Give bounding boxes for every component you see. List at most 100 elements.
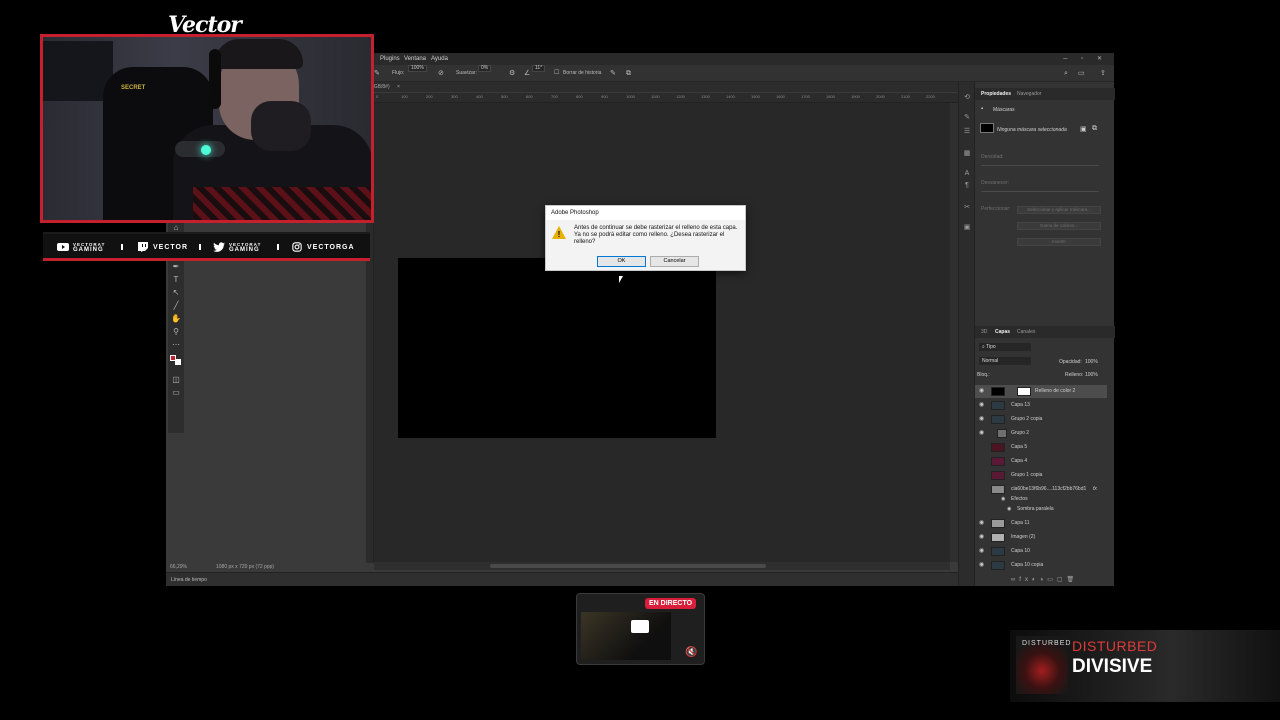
- workspace-icon[interactable]: ▭: [1078, 65, 1085, 82]
- visibility-eye-icon[interactable]: ◉: [979, 517, 984, 530]
- layers-footer-icons[interactable]: ∞fx◐◑▭▢🗑: [1011, 576, 1107, 584]
- layer-name: Grupo 2 copia: [1011, 416, 1043, 422]
- screen-share-icon[interactable]: [631, 620, 649, 633]
- scene-preview[interactable]: EN DIRECTO 🔇: [576, 593, 705, 665]
- history-icon[interactable]: ⟲: [963, 94, 971, 102]
- feather-label: Desvanecer:: [981, 180, 1010, 186]
- tab-channels[interactable]: Canales: [1017, 326, 1035, 338]
- adjustments-icon[interactable]: ☰: [963, 128, 971, 136]
- visibility-eye-icon[interactable]: ◉: [979, 413, 984, 426]
- tab-layers[interactable]: Capas: [995, 326, 1010, 338]
- layer-row[interactable]: ◉ Capa 11: [975, 517, 1107, 530]
- opacity-input[interactable]: 100%: [1085, 359, 1098, 365]
- pixel-mask-icon[interactable]: ▣: [1080, 125, 1087, 133]
- smoothing-input[interactable]: 0%: [478, 65, 492, 72]
- brush-settings-icon[interactable]: ✎: [963, 114, 971, 122]
- layer-thumbnail: [991, 561, 1005, 570]
- horizontal-ruler: 0 100 200 300 400 500 600 700 800 900 1000 1100 1200…: [374, 93, 958, 103]
- erase-history-checkbox[interactable]: ☐: [554, 65, 559, 82]
- separator: [277, 244, 279, 250]
- mute-icon[interactable]: 🔇: [685, 647, 697, 658]
- tab-navigator[interactable]: Navegador: [1017, 88, 1041, 100]
- effect-name: Sombra paralela: [1017, 506, 1054, 512]
- visibility-eye-icon[interactable]: ◉: [979, 559, 984, 572]
- layer-effect-row[interactable]: ◉ Sombra paralela: [975, 504, 1107, 515]
- fill-input[interactable]: 100%: [1085, 372, 1098, 378]
- airbrush-icon[interactable]: ⊘: [438, 65, 444, 82]
- libraries-icon[interactable]: ▦: [963, 150, 971, 158]
- brush-preset-icon[interactable]: ✎: [374, 65, 380, 82]
- zoom-tool-icon[interactable]: ⚲: [171, 327, 181, 337]
- background-color-swatch[interactable]: [175, 359, 181, 365]
- visibility-eye-icon[interactable]: ◉: [979, 545, 984, 558]
- timeline-label[interactable]: Línea de tiempo: [171, 577, 207, 583]
- cancel-button[interactable]: Cancelar: [650, 256, 699, 267]
- webcam-feed: SECRET: [40, 34, 374, 223]
- type-tool-icon[interactable]: T: [171, 275, 181, 285]
- visibility-eye-icon[interactable]: ◉: [979, 427, 984, 440]
- glyphs-icon[interactable]: ▣: [963, 224, 971, 232]
- layer-row[interactable]: ◉ Capa 10: [975, 545, 1107, 558]
- density-slider[interactable]: [981, 165, 1099, 166]
- visibility-eye-icon[interactable]: ◉: [979, 385, 984, 398]
- layer-row[interactable]: ◉ Capa 13: [975, 399, 1107, 412]
- layer-name: Capa 5: [1011, 444, 1028, 450]
- effect-eye-icon[interactable]: ◉: [1007, 504, 1011, 515]
- window-controls[interactable]: ─ ▫ ✕: [1063, 53, 1108, 65]
- document-canvas[interactable]: [398, 258, 716, 438]
- layer-row[interactable]: Grupo 1 copia: [975, 469, 1107, 482]
- ok-button[interactable]: OK: [597, 256, 646, 267]
- layer-row[interactable]: ◉ Grupo 2: [975, 427, 1107, 440]
- paragraph-icon[interactable]: ¶: [963, 182, 971, 190]
- feather-slider[interactable]: [981, 191, 1099, 192]
- character-icon[interactable]: A: [963, 170, 971, 178]
- layer-row[interactable]: ◉ Relleno de color 2: [975, 385, 1107, 398]
- tab-3d[interactable]: 3D: [981, 326, 987, 338]
- ruler-tick-label: 900: [601, 94, 608, 99]
- screen-mode-icon[interactable]: ▭: [171, 388, 181, 398]
- layer-filter-select[interactable]: ⌕ Tipo: [979, 343, 1031, 351]
- layer-row[interactable]: ◉ Grupo 2 copia: [975, 413, 1107, 426]
- scroll-thumb[interactable]: [490, 564, 766, 568]
- hand-tool-icon[interactable]: ✋: [171, 314, 181, 324]
- angle-input[interactable]: 11°: [532, 65, 546, 72]
- blend-mode-select[interactable]: Normal: [979, 357, 1031, 365]
- search-icon[interactable]: ⌕: [1064, 65, 1068, 82]
- layer-thumbnail: [991, 415, 1005, 424]
- vertical-scrollbar[interactable]: [950, 103, 958, 562]
- layer-thumbnail: [991, 387, 1005, 396]
- share-icon[interactable]: ⇪: [1100, 65, 1106, 82]
- settings-gear-icon[interactable]: ⚙: [509, 65, 515, 82]
- close-tab-icon[interactable]: ×: [397, 84, 400, 90]
- menu-help[interactable]: Ayuda: [431, 53, 448, 65]
- color-range-button[interactable]: Gama de colores...: [1017, 222, 1101, 230]
- tool-presets-icon[interactable]: ✂: [963, 204, 971, 212]
- flow-input[interactable]: 100%: [408, 65, 427, 72]
- menu-window[interactable]: Ventana: [404, 53, 426, 65]
- layer-thumbnail: [991, 457, 1005, 466]
- visibility-eye-icon[interactable]: ◉: [979, 399, 984, 412]
- scene-thumbnail: [581, 612, 671, 660]
- layer-row[interactable]: ◉ Capa 10 copia: [975, 559, 1107, 572]
- pen-tool-icon[interactable]: ✒: [171, 262, 181, 272]
- zoom-level[interactable]: 66,29%: [170, 562, 187, 572]
- layer-row[interactable]: Capa 5: [975, 441, 1107, 454]
- select-and-mask-button[interactable]: Seleccionar y aplicar máscara...: [1017, 206, 1101, 214]
- path-select-icon[interactable]: ↖: [171, 288, 181, 298]
- tab-properties[interactable]: Propiedades: [981, 88, 1011, 100]
- line-tool-icon[interactable]: ╱: [171, 301, 181, 311]
- now-playing-widget: DISTURBED DISTURBED DIVISIVE: [1010, 630, 1280, 702]
- layer-row[interactable]: ◉ Imagen (2): [975, 531, 1107, 544]
- quick-mask-icon[interactable]: ◫: [171, 375, 181, 385]
- visibility-eye-icon[interactable]: ◉: [979, 531, 984, 544]
- layer-row[interactable]: Capa 4: [975, 455, 1107, 468]
- streamer-hand: [251, 101, 311, 151]
- menu-plugins[interactable]: Plugins: [380, 53, 400, 65]
- invert-button[interactable]: Invertir: [1017, 238, 1101, 246]
- horizontal-scrollbar[interactable]: [374, 562, 950, 570]
- vector-mask-icon[interactable]: ⧉: [1092, 125, 1097, 133]
- symmetry-icon[interactable]: ⧉: [626, 65, 631, 82]
- document-tab[interactable]: /, RGB/8#) ×: [366, 82, 958, 92]
- pressure-icon[interactable]: ✎: [610, 65, 616, 82]
- more-tools-icon[interactable]: ⋯: [171, 340, 181, 350]
